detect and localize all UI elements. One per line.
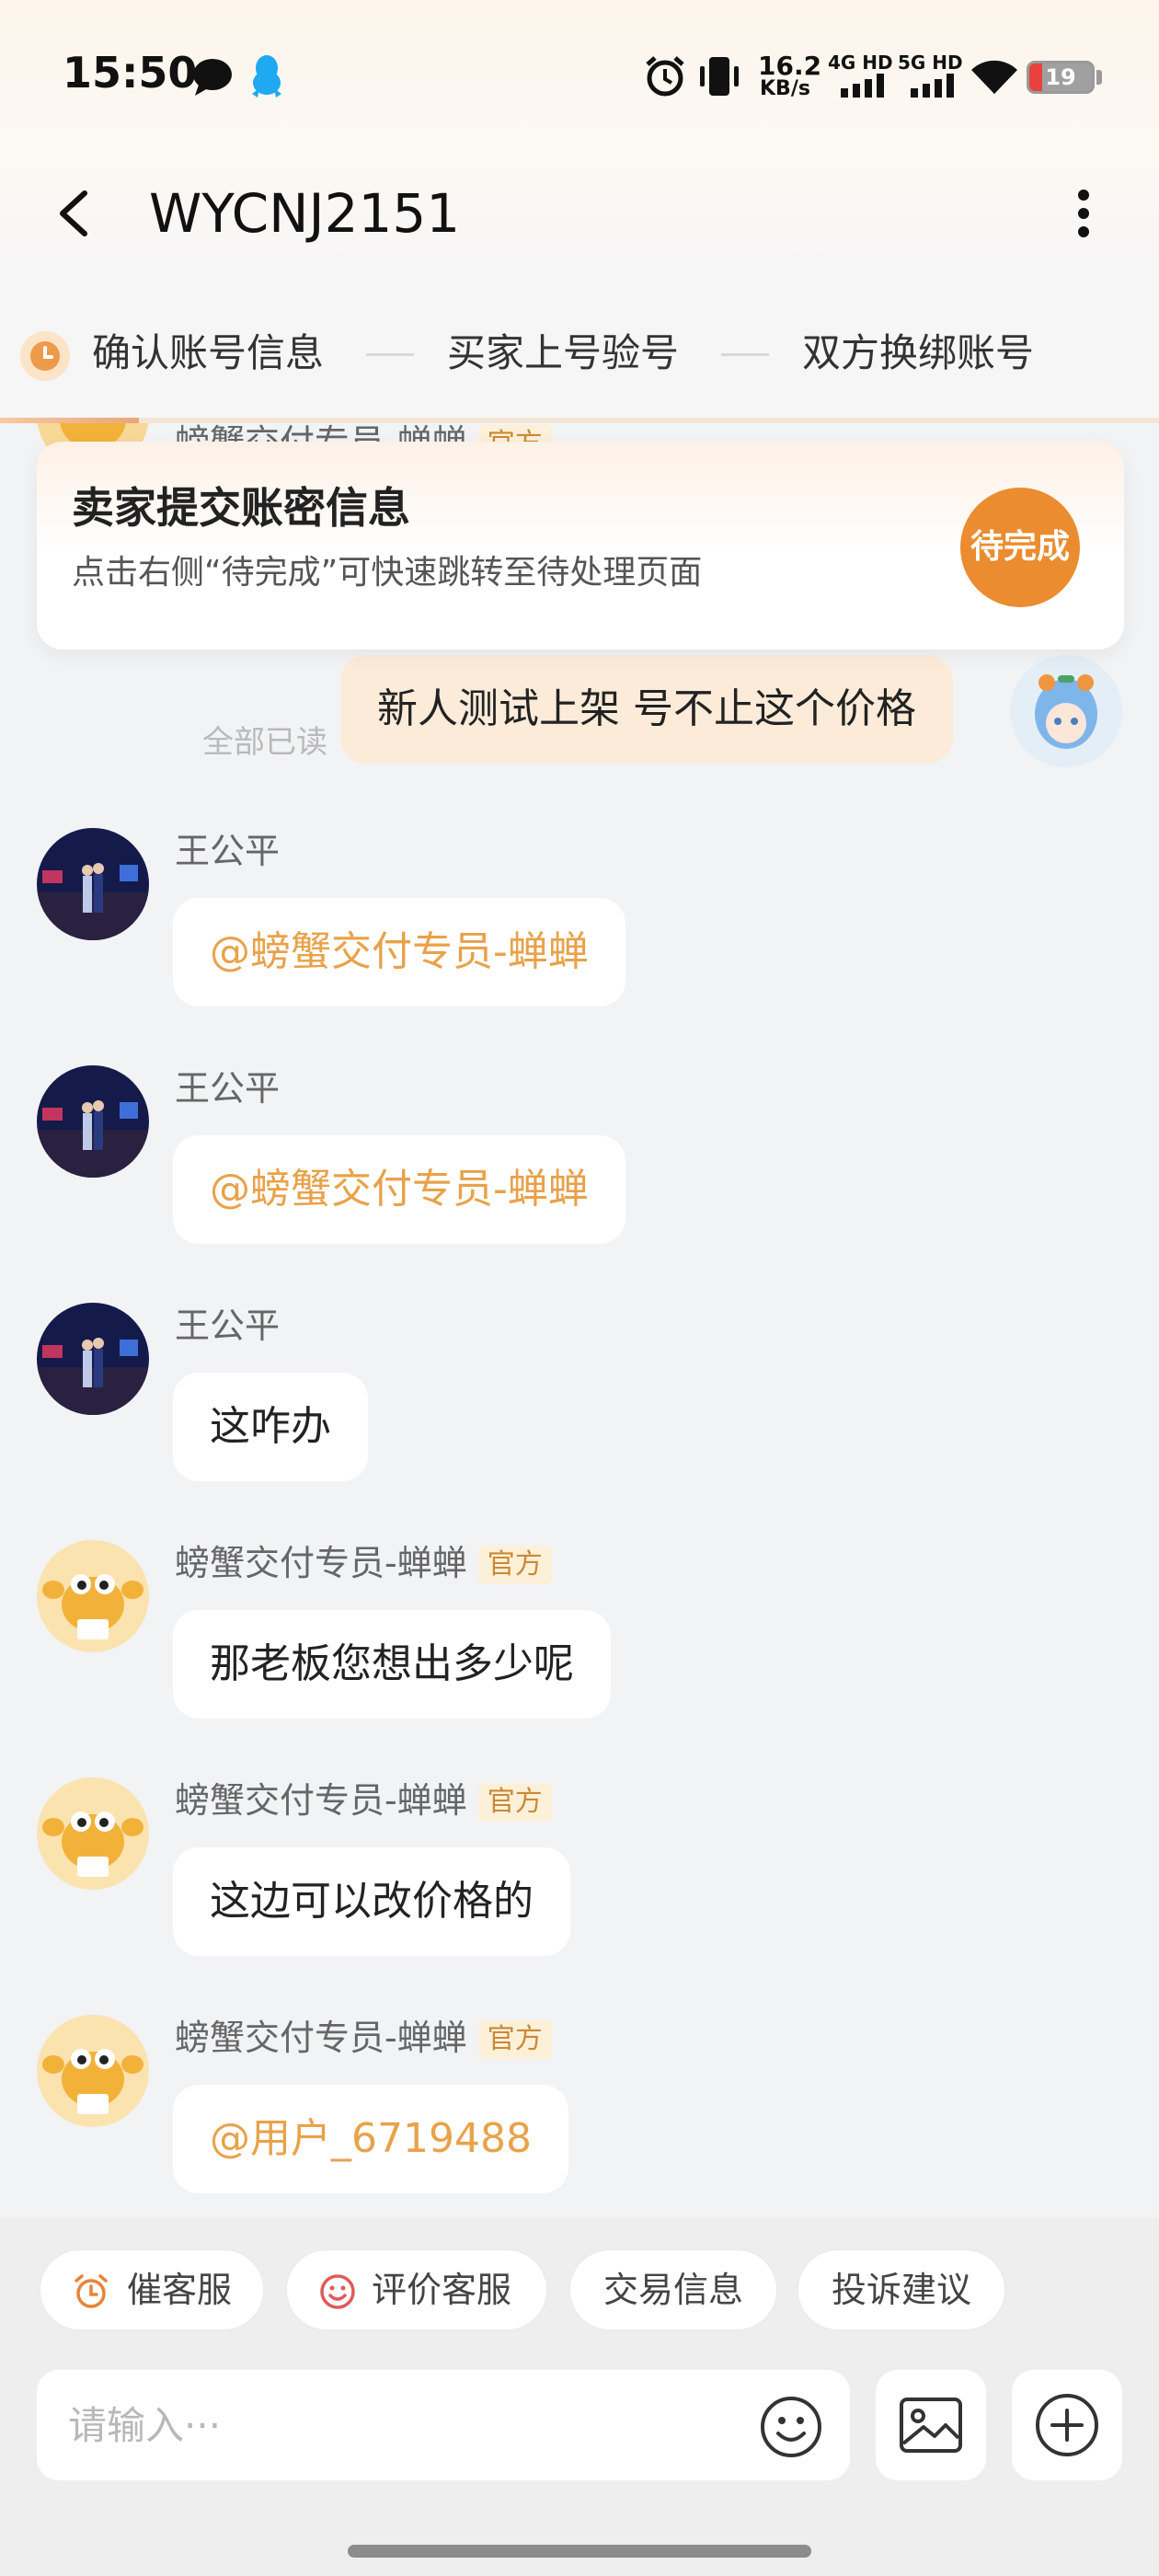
page-title: WYCNJ2151 <box>149 182 461 245</box>
battery-tip <box>1096 70 1102 85</box>
battery-icon: 19 <box>1027 61 1095 94</box>
rate-service-label: 评价客服 <box>372 2270 512 2310</box>
sender-name-text: 螃蟹交付专员-蝉蝉 <box>175 1543 467 1583</box>
banner-subtitle: 点击右侧“待完成”可快速跳转至待处理页面 <box>72 554 703 592</box>
sender-name-official: 螃蟹交付专员-蝉蝉 官方 <box>175 1540 552 1586</box>
signal-5g-icon <box>911 74 954 98</box>
smile-icon <box>320 2274 355 2309</box>
avatar-wang[interactable] <box>37 1303 149 1415</box>
sender-name-text: 螃蟹交付专员-蝉蝉 <box>175 2018 467 2058</box>
sender-name-official: 螃蟹交付专员-蝉蝉 官方 <box>175 1777 552 1823</box>
image-icon <box>900 2398 962 2453</box>
home-indicator[interactable] <box>348 2545 811 2558</box>
message-bubble-mention[interactable]: @螃蟹交付专员-蝉蝉 <box>173 1135 625 1244</box>
avatar-wang[interactable] <box>37 1065 149 1178</box>
image-button[interactable] <box>876 2370 986 2480</box>
clock-icon <box>20 331 70 381</box>
official-badge: 官方 <box>477 1546 552 1584</box>
avatar-wang[interactable] <box>37 828 149 940</box>
banner-title: 卖家提交账密信息 <box>72 483 410 533</box>
official-badge: 官方 <box>477 1783 552 1822</box>
step-separator <box>721 353 769 356</box>
message-bubble-mention[interactable]: @用户_6719488 <box>173 2085 568 2193</box>
trade-info-button[interactable]: 交易信息 <box>568 2248 778 2331</box>
message-bubble[interactable]: 那老板您想出多少呢 <box>173 1610 611 1719</box>
step-swap-binding[interactable]: 双方换绑账号 <box>802 326 1034 381</box>
avatar-crab[interactable] <box>37 2015 149 2127</box>
sender-name-official: 螃蟹交付专员-蝉蝉 官方 <box>175 2015 552 2061</box>
urge-service-button[interactable]: 催客服 <box>39 2248 265 2331</box>
bottom-toolbar: 催客服 评价客服 交易信息 投诉建议 <box>0 2217 1159 2576</box>
avatar-self[interactable] <box>1010 655 1122 767</box>
avatar-crab[interactable] <box>37 1777 149 1890</box>
sender-name: 王公平 <box>175 831 281 871</box>
alarm-icon <box>646 56 684 97</box>
message-bubble-mention[interactable]: @螃蟹交付专员-蝉蝉 <box>173 898 625 1006</box>
sender-name-text: 螃蟹交付专员-蝉蝉 <box>175 1780 467 1821</box>
status-time: 15:50 <box>63 48 198 98</box>
message-bubble[interactable]: 这咋办 <box>173 1373 368 1481</box>
message-input[interactable] <box>68 2370 749 2480</box>
complaint-label: 投诉建议 <box>831 2270 971 2310</box>
net-speed-unit: KB/s <box>760 77 810 100</box>
network-4g-label: 4G HD <box>828 52 893 74</box>
read-status: 全部已读 <box>202 724 327 761</box>
qq-penguin-icon <box>252 55 281 98</box>
chat-bubble-icon <box>193 59 232 96</box>
more-vertical-icon[interactable] <box>1058 177 1109 250</box>
back-arrow-icon[interactable] <box>48 177 103 250</box>
avatar-crab[interactable] <box>37 1540 149 1652</box>
message-input-box[interactable] <box>37 2370 850 2480</box>
pending-button[interactable]: 待完成 <box>960 488 1080 607</box>
urge-service-label: 催客服 <box>127 2270 233 2310</box>
nav-bar: WYCNJ2151 <box>0 156 1159 276</box>
status-bar: 15:50 16.2 KB/s 4G HD 5G HD 19 <box>0 0 1159 156</box>
battery-level: 19 <box>1045 64 1076 90</box>
step-confirm-account[interactable]: 确认账号信息 <box>92 326 324 381</box>
step-separator <box>366 353 414 356</box>
chat-list[interactable]: 螃蟹交付专员-蝉蝉官方 全部已读 新人测试上架 号不止这个价格 王公平 @ <box>0 423 1159 2217</box>
net-speed-value: 16.2 <box>758 51 822 81</box>
alarm-clock-icon <box>75 2274 108 2308</box>
wifi-icon <box>971 60 1017 94</box>
network-5g-label: 5G HD <box>898 52 963 74</box>
rate-service-button[interactable]: 评价客服 <box>285 2248 548 2331</box>
trade-info-label: 交易信息 <box>602 2270 743 2310</box>
own-message-bubble[interactable]: 新人测试上架 号不止这个价格 <box>340 655 953 764</box>
pending-task-banner[interactable]: 卖家提交账密信息 点击右侧“待完成”可快速跳转至待处理页面 待完成 <box>37 442 1124 650</box>
sender-name: 王公平 <box>175 1068 281 1109</box>
vibrate-icon <box>700 57 739 96</box>
plus-circle-icon <box>1036 2394 1098 2456</box>
message-bubble[interactable]: 这边可以改价格的 <box>173 1847 570 1956</box>
complaint-button[interactable]: 投诉建议 <box>797 2248 1006 2331</box>
top-area: 15:50 16.2 KB/s 4G HD 5G HD 19 WYCNJ2151 <box>0 0 1159 285</box>
sender-name: 王公平 <box>175 1305 281 1346</box>
official-badge: 官方 <box>477 2020 552 2059</box>
emoji-icon[interactable] <box>758 2394 824 2460</box>
step-buyer-verify[interactable]: 买家上号验号 <box>447 326 679 381</box>
signal-4g-icon <box>841 74 884 98</box>
more-plus-button[interactable] <box>1012 2370 1122 2480</box>
progress-steps: 确认账号信息 买家上号验号 双方换绑账号 <box>0 285 1159 421</box>
